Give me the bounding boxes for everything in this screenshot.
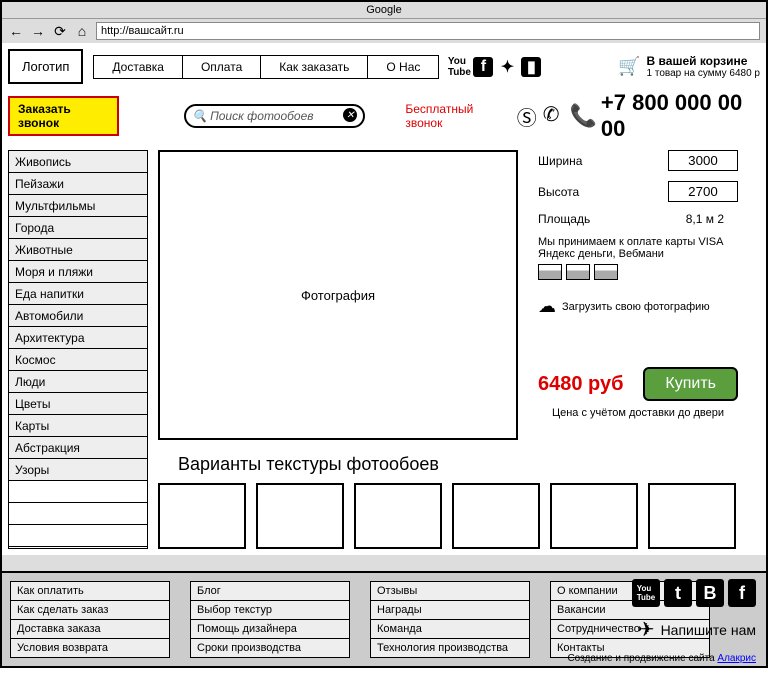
- cloud-upload-icon: ☁: [538, 296, 556, 317]
- search-icon: 🔍: [192, 109, 207, 123]
- back-icon[interactable]: ←: [8, 23, 24, 39]
- search-placeholder: Поиск фотообоев: [210, 109, 313, 123]
- card-icon: [594, 264, 618, 280]
- footer-link[interactable]: Как оплатить: [11, 582, 169, 601]
- cat-item[interactable]: Моря и пляжи: [9, 261, 147, 283]
- cat-item-empty: [9, 525, 147, 547]
- twitter-icon[interactable]: t: [664, 579, 692, 607]
- cat-item[interactable]: Животные: [9, 239, 147, 261]
- category-sidebar: Живопись Пейзажи Мультфильмы Города Живо…: [8, 150, 148, 549]
- footer-link[interactable]: Доставка заказа: [11, 620, 169, 639]
- rss-icon[interactable]: ▮: [521, 57, 541, 77]
- buy-button[interactable]: Купить: [643, 367, 738, 401]
- upload-photo[interactable]: ☁ Загрузить свою фотографию: [538, 296, 738, 317]
- cat-item[interactable]: Пейзажи: [9, 173, 147, 195]
- footer: Как оплатить Как сделать заказ Доставка …: [2, 571, 766, 666]
- texture-option[interactable]: [256, 483, 344, 549]
- texture-option[interactable]: [550, 483, 638, 549]
- write-us[interactable]: ✈ Напишите нам: [638, 617, 756, 642]
- price: 6480 руб: [538, 373, 623, 396]
- footer-link[interactable]: Выбор текстур: [191, 601, 349, 620]
- width-input[interactable]: [668, 150, 738, 171]
- cat-item[interactable]: Живопись: [9, 151, 147, 173]
- search-input[interactable]: 🔍 Поиск фотообоев ✕: [184, 104, 365, 128]
- footer-link[interactable]: Отзывы: [371, 582, 529, 601]
- twitter-icon[interactable]: ✦: [497, 57, 517, 77]
- card-icon: [538, 264, 562, 280]
- cat-item[interactable]: Люди: [9, 371, 147, 393]
- browser-title: Google: [2, 2, 766, 18]
- vk-icon[interactable]: B: [696, 579, 724, 607]
- cat-item[interactable]: Архитектура: [9, 327, 147, 349]
- cat-item[interactable]: Космос: [9, 349, 147, 371]
- nav-about[interactable]: О Нас: [368, 56, 438, 78]
- price-note: Цена с учётом доставки до двери: [538, 407, 738, 419]
- paper-plane-icon: ✈: [638, 617, 655, 642]
- facebook-icon[interactable]: f: [728, 579, 756, 607]
- textures-title: Варианты текстуры фотообоев: [178, 454, 760, 475]
- cat-item[interactable]: Города: [9, 217, 147, 239]
- cat-item[interactable]: Еда напитки: [9, 283, 147, 305]
- texture-option[interactable]: [158, 483, 246, 549]
- top-nav: Доставка Оплата Как заказать О Нас: [93, 55, 439, 79]
- texture-option[interactable]: [648, 483, 736, 549]
- cat-item[interactable]: Цветы: [9, 393, 147, 415]
- footer-link[interactable]: Команда: [371, 620, 529, 639]
- credit: Создание и продвижение сайта Алакрис: [567, 653, 756, 664]
- footer-link[interactable]: Условия возврата: [11, 639, 169, 657]
- product-photo: Фотография: [158, 150, 518, 440]
- cat-item[interactable]: Автомобили: [9, 305, 147, 327]
- footer-link[interactable]: Блог: [191, 582, 349, 601]
- callback-button[interactable]: Заказать звонок: [8, 96, 119, 136]
- logo[interactable]: Логотип: [8, 49, 83, 84]
- home-icon[interactable]: ⌂: [74, 23, 90, 39]
- phone-number[interactable]: 📞 +7 800 000 00 00: [570, 90, 760, 142]
- cat-item-empty: [9, 503, 147, 525]
- forward-icon[interactable]: →: [30, 23, 46, 39]
- phone-icon: 📞: [570, 103, 597, 129]
- cart-line1: В вашей корзине: [647, 54, 760, 68]
- height-label: Высота: [538, 185, 579, 199]
- nav-payment[interactable]: Оплата: [183, 56, 261, 78]
- footer-link[interactable]: Награды: [371, 601, 529, 620]
- youtube-icon[interactable]: YouTube: [449, 57, 469, 77]
- cat-item-empty: [9, 481, 147, 503]
- area-value: 8,1 м 2: [686, 212, 724, 226]
- card-icon: [566, 264, 590, 280]
- nav-howto[interactable]: Как заказать: [261, 56, 368, 78]
- youtube-icon[interactable]: YouTube: [632, 579, 660, 607]
- cart[interactable]: 🛒 В вашей корзине 1 товар на сумму 6480 …: [618, 54, 760, 79]
- cart-line2: 1 товар на сумму 6480 р: [647, 68, 760, 79]
- cat-item[interactable]: Карты: [9, 415, 147, 437]
- texture-option[interactable]: [452, 483, 540, 549]
- clear-icon[interactable]: ✕: [343, 108, 357, 122]
- texture-option[interactable]: [354, 483, 442, 549]
- footer-link[interactable]: Как сделать заказ: [11, 601, 169, 620]
- reload-icon[interactable]: ⟳: [52, 23, 68, 39]
- cat-item[interactable]: Узоры: [9, 459, 147, 481]
- nav-delivery[interactable]: Доставка: [94, 56, 183, 78]
- payment-note: Мы принимаем к оплате карты VISA Яндекс …: [538, 236, 738, 260]
- area-label: Площадь: [538, 212, 590, 226]
- cart-icon: 🛒: [618, 56, 640, 77]
- cat-item[interactable]: Мультфильмы: [9, 195, 147, 217]
- whatsapp-icon[interactable]: ✆: [543, 102, 560, 131]
- url-input[interactable]: [96, 22, 760, 40]
- footer-link[interactable]: Технология производства: [371, 639, 529, 657]
- width-label: Ширина: [538, 154, 582, 168]
- skype-icon[interactable]: Ⓢ: [517, 102, 537, 131]
- credit-link[interactable]: Алакрис: [717, 653, 756, 664]
- height-input[interactable]: [668, 181, 738, 202]
- free-call-label: Бесплатный звонок: [405, 102, 506, 130]
- cat-item[interactable]: Абстракция: [9, 437, 147, 459]
- footer-link[interactable]: Сроки производства: [191, 639, 349, 657]
- facebook-icon[interactable]: f: [473, 57, 493, 77]
- footer-link[interactable]: Помощь дизайнера: [191, 620, 349, 639]
